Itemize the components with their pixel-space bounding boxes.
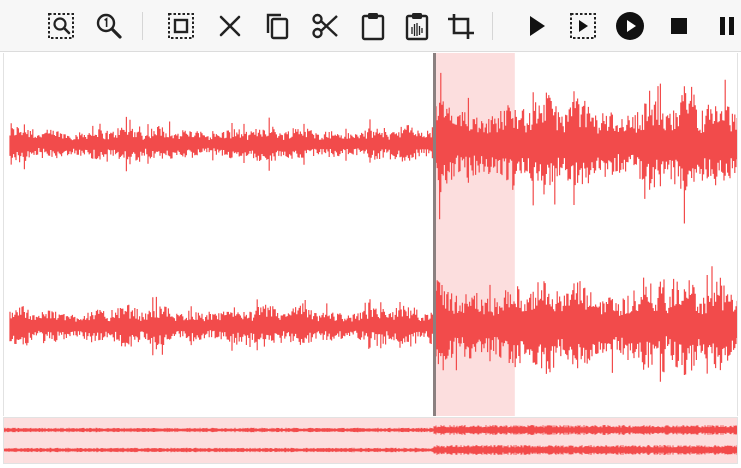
- pause-icon: [720, 17, 734, 35]
- clipboard-icon: [361, 13, 385, 41]
- zoom-to-selection-icon: [48, 13, 74, 39]
- waveform-overview[interactable]: [3, 417, 738, 464]
- crop-icon: [448, 14, 474, 39]
- copy-icon: [266, 13, 289, 40]
- stop-button[interactable]: [661, 8, 697, 44]
- playback-cursor[interactable]: [433, 53, 436, 416]
- overview-channel-1: [4, 425, 737, 435]
- waveform-view[interactable]: [3, 53, 738, 416]
- toolbar: [0, 0, 741, 52]
- select-all-icon: [168, 13, 194, 39]
- paste-button[interactable]: [355, 8, 391, 44]
- play-icon: [530, 16, 545, 36]
- close-icon: [219, 15, 241, 37]
- stop-icon: [671, 18, 687, 34]
- scissors-icon: [312, 13, 338, 39]
- waveform-channel-1: [9, 72, 737, 224]
- clipboard-audio-icon: [405, 13, 429, 41]
- waveform-canvas[interactable]: [4, 53, 738, 416]
- copy-button[interactable]: [259, 8, 295, 44]
- zoom-reset-button[interactable]: [91, 8, 127, 44]
- waveform-channel-2: [9, 266, 737, 382]
- paste-mix-button[interactable]: [399, 8, 435, 44]
- pause-button[interactable]: [708, 8, 741, 44]
- overview-channel-2: [4, 445, 737, 455]
- select-all-button[interactable]: [163, 8, 199, 44]
- play-selection-button[interactable]: [565, 8, 601, 44]
- toolbar-separator: [142, 12, 143, 40]
- toolbar-separator: [492, 12, 493, 40]
- cut-button[interactable]: [307, 8, 343, 44]
- play-circle-icon: [616, 12, 644, 40]
- crop-button[interactable]: [443, 8, 479, 44]
- selection-region[interactable]: [434, 53, 515, 416]
- audio-editor: [0, 0, 741, 468]
- overview-canvas[interactable]: [4, 418, 738, 464]
- play-selection-icon: [570, 13, 596, 39]
- play-button[interactable]: [518, 8, 554, 44]
- zoom-to-selection-button[interactable]: [43, 8, 79, 44]
- clear-selection-button[interactable]: [212, 8, 248, 44]
- zoom-one-to-one-icon: [96, 13, 122, 39]
- play-from-cursor-button[interactable]: [612, 8, 648, 44]
